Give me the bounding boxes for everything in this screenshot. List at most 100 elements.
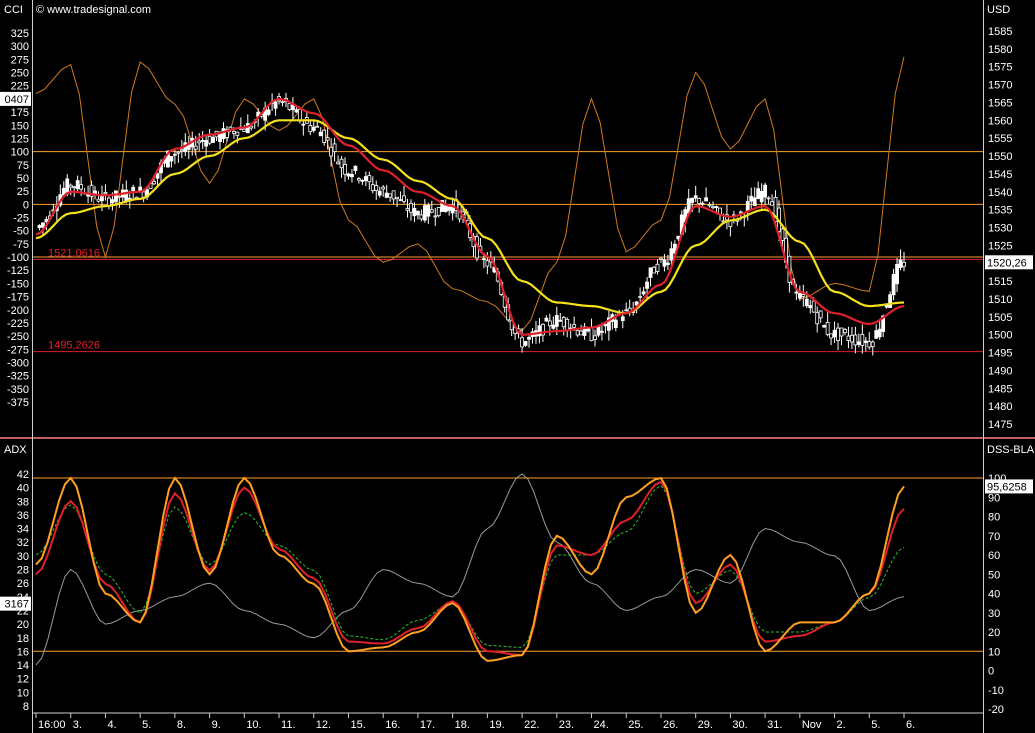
candle-body [544, 317, 549, 322]
dss-tick-label: 70 [988, 531, 1000, 543]
candle-body [211, 137, 215, 143]
candle-body [558, 319, 563, 322]
candle-body [297, 109, 302, 122]
candle-body [690, 197, 695, 203]
dss-tick-label: 90 [988, 492, 1000, 504]
cci-tick-label: -250 [7, 331, 29, 343]
price-tick-label: 1575 [988, 62, 1012, 74]
candle-body [124, 189, 129, 202]
adx-tick-label: 28 [17, 565, 29, 577]
candle-body [589, 327, 594, 342]
candle-body [291, 104, 295, 111]
candle-body [44, 219, 49, 223]
x-tick-label: 12. [316, 719, 331, 731]
candle-body [586, 328, 590, 332]
cci-tick-label: 75 [17, 160, 29, 172]
candle-body [207, 135, 212, 144]
price-tick-label: 1560 [988, 115, 1012, 127]
candle-body [242, 128, 247, 132]
candle-body [666, 262, 670, 265]
candle-body [707, 204, 712, 207]
candle-body [447, 206, 452, 211]
candle-body [669, 248, 674, 261]
adx-tick-label: 16 [17, 646, 29, 658]
cci-tick-label: 225 [11, 81, 29, 93]
adx-tick-label: 32 [17, 537, 29, 549]
x-tick-label: 5. [871, 719, 880, 731]
candle-body [704, 197, 708, 202]
candle-body [856, 341, 861, 345]
x-tick-label: 19. [489, 719, 504, 731]
adx-tick-label: 8 [23, 701, 29, 713]
adx-tick-label: 36 [17, 510, 29, 522]
price-tick-label: 1545 [988, 169, 1012, 181]
price-tick-label: 1480 [988, 401, 1012, 413]
candle-body [843, 329, 847, 334]
candle-body [336, 161, 340, 165]
price-tick-label: 1525 [988, 240, 1012, 252]
cci-tick-label: -150 [7, 278, 29, 290]
candle-body [308, 124, 313, 133]
adx-tick-label: 34 [17, 524, 29, 536]
dss-tick-label: -20 [988, 704, 1004, 716]
candle-body [426, 204, 431, 217]
candle-body [402, 195, 406, 202]
cci-tick-label: -275 [7, 344, 29, 356]
cci-tick-label: -50 [13, 226, 29, 238]
candle-body [409, 202, 413, 213]
cci-tick-label: 300 [11, 41, 29, 53]
candle-body [551, 324, 556, 329]
adx-tick-label: 42 [17, 469, 29, 481]
candle-body [301, 123, 306, 126]
price-tick-label: 1485 [988, 383, 1012, 395]
candle-body [416, 210, 420, 216]
candle-body [829, 333, 833, 339]
candle-body [638, 295, 643, 298]
price-tick-label: 1565 [988, 97, 1012, 109]
cci-tick-label: 175 [11, 107, 29, 119]
candle-body [377, 190, 382, 196]
x-tick-label: Nov [802, 719, 822, 731]
candle-body [96, 198, 101, 202]
candle-body [197, 140, 202, 144]
candle-body [593, 335, 597, 340]
candle-body [888, 294, 893, 308]
candle-body [384, 192, 389, 198]
chart-window: 1521,06161495,2626 325300275250225200175… [0, 0, 1035, 733]
candle-body [745, 201, 750, 212]
x-tick-label: 2. [837, 719, 846, 731]
candle-body [624, 309, 629, 312]
candle-body [749, 195, 754, 202]
candle-body [322, 129, 327, 143]
candle-body [131, 186, 136, 192]
dss-tick-label: 20 [988, 627, 1000, 639]
candle-body [485, 260, 490, 267]
x-tick-label: 17. [420, 719, 435, 731]
candle-body [311, 126, 316, 131]
dss-tick-label: 80 [988, 512, 1000, 524]
cci-tick-label: 0 [23, 199, 29, 211]
adx-tick-label: 40 [17, 483, 29, 495]
candle-body [218, 133, 222, 142]
x-tick-label: 11. [281, 719, 295, 731]
candle-body [315, 125, 320, 128]
candle-body [898, 259, 903, 269]
candle-body [363, 176, 368, 181]
price-current-value-text: 1520,26 [987, 257, 1027, 269]
candle-body [527, 336, 531, 340]
candle-body [738, 211, 743, 214]
candle-body [780, 228, 785, 241]
candle-body [620, 316, 625, 322]
candle-body [419, 214, 424, 220]
candle-body [797, 293, 802, 299]
candle-body [280, 101, 285, 104]
x-tick-label: 31. [767, 719, 782, 731]
candle-body [318, 131, 323, 137]
candle-body [113, 190, 118, 202]
candle-body [422, 205, 427, 221]
candle-body [808, 305, 813, 309]
candle-body [801, 294, 806, 297]
chart-canvas[interactable]: 1521,06161495,2626 325300275250225200175… [0, 0, 1035, 733]
candle-body [815, 312, 820, 325]
candle-body [603, 323, 608, 327]
